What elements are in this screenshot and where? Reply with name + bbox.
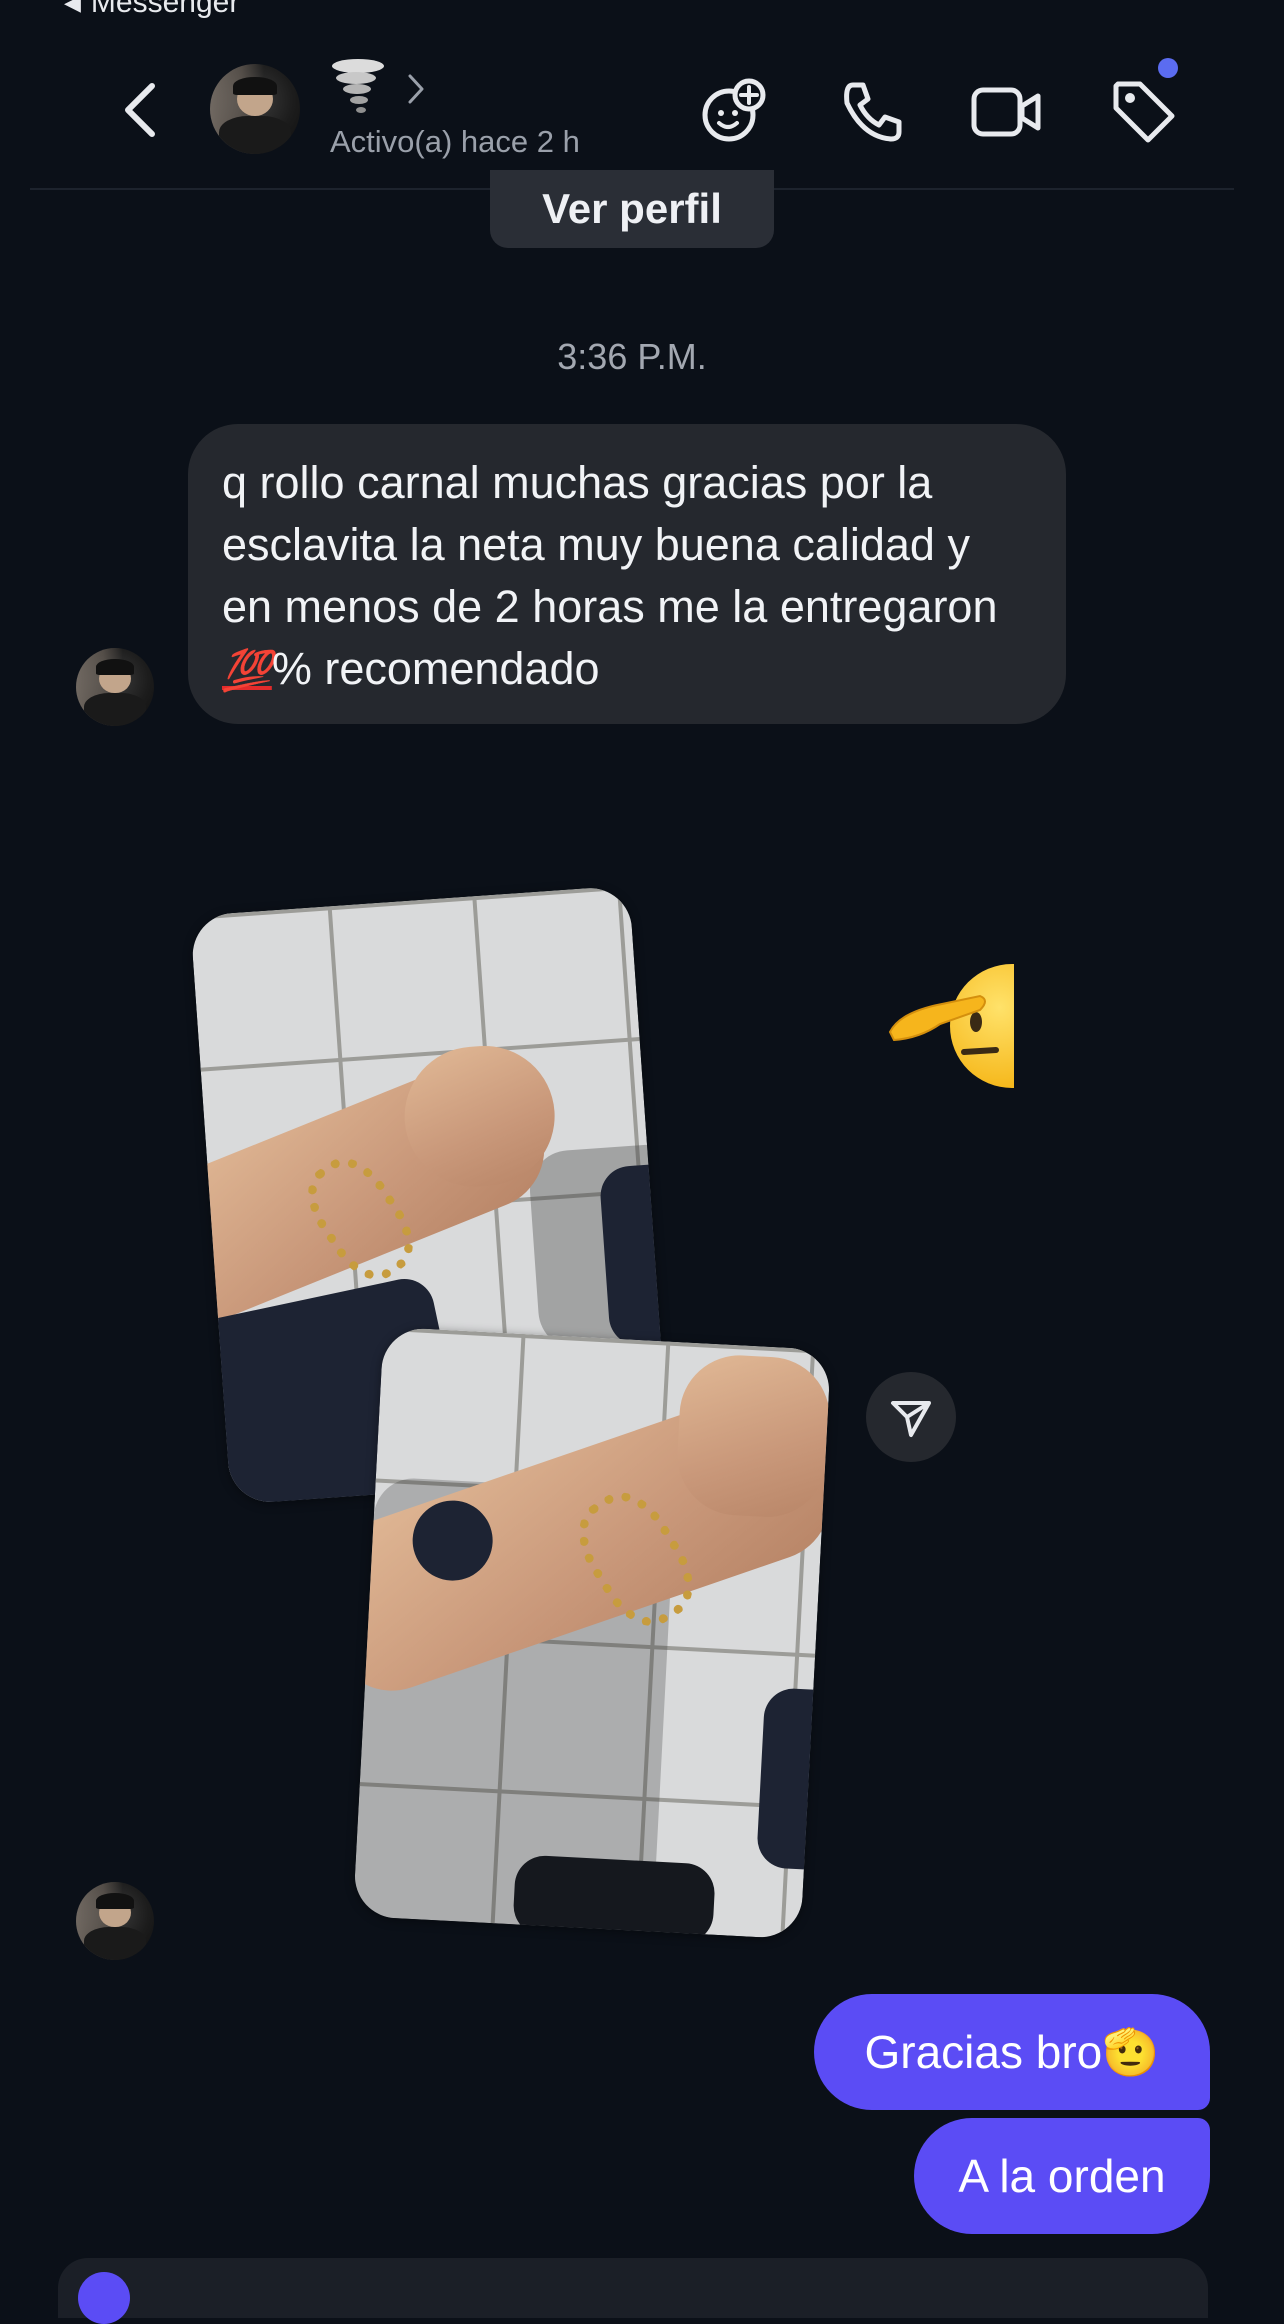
- avatar-effects-button[interactable]: [698, 76, 770, 148]
- outgoing-message-bubble[interactable]: Gracias bro 🫡: [814, 1994, 1210, 2110]
- face-plus-icon: [702, 78, 766, 142]
- chat-header: Activo(a) hace 2 h: [30, 40, 1234, 190]
- tag-button[interactable]: [1108, 76, 1180, 148]
- phone-icon: [844, 82, 902, 142]
- hundred-points-emoji: 💯: [222, 649, 272, 693]
- chevron-left-icon: [125, 83, 155, 137]
- video-camera-icon: [971, 87, 1041, 137]
- view-profile-button[interactable]: Ver perfil: [490, 170, 774, 248]
- saluting-face-emoji: 🫡: [1102, 2025, 1160, 2078]
- send-icon: [891, 1401, 931, 1437]
- tag-icon: [1113, 81, 1175, 143]
- composer-action-button[interactable]: [78, 2272, 130, 2324]
- return-to-messenger[interactable]: ◀ Messenger: [64, 0, 239, 20]
- saluting-face-emoji: [880, 960, 1014, 1090]
- back-triangle-icon: ◀: [64, 0, 81, 15]
- sender-avatar[interactable]: [76, 648, 154, 726]
- share-button[interactable]: [866, 1372, 956, 1462]
- outgoing-message-text: A la orden: [958, 2150, 1166, 2202]
- message-timestamp: 3:36 P.M.: [557, 336, 707, 377]
- chevron-right-icon: [408, 74, 424, 104]
- back-button[interactable]: [110, 70, 170, 150]
- tornado-emoji-icon: [332, 59, 384, 113]
- contact-active-status: Activo(a) hace 2 h: [330, 124, 580, 159]
- notification-dot: [1158, 58, 1178, 78]
- call-button[interactable]: [836, 76, 908, 148]
- contact-avatar[interactable]: [210, 64, 300, 154]
- incoming-message-bubble[interactable]: q rollo carnal muchas gracias por la esc…: [188, 424, 1066, 724]
- incoming-message-text-end: % recomendado: [271, 643, 600, 694]
- outgoing-message-text: Gracias bro: [864, 2026, 1103, 2078]
- shared-photo-bracelet-2[interactable]: [352, 1326, 832, 1940]
- contact-name-link[interactable]: [330, 58, 426, 120]
- video-call-button[interactable]: [970, 76, 1042, 148]
- incoming-message-text: q rollo carnal muchas gracias por la esc…: [222, 457, 998, 632]
- sender-avatar[interactable]: [76, 1882, 154, 1960]
- outgoing-message-bubble[interactable]: A la orden: [914, 2118, 1210, 2234]
- message-composer[interactable]: [58, 2258, 1208, 2318]
- return-app-label: Messenger: [90, 0, 240, 19]
